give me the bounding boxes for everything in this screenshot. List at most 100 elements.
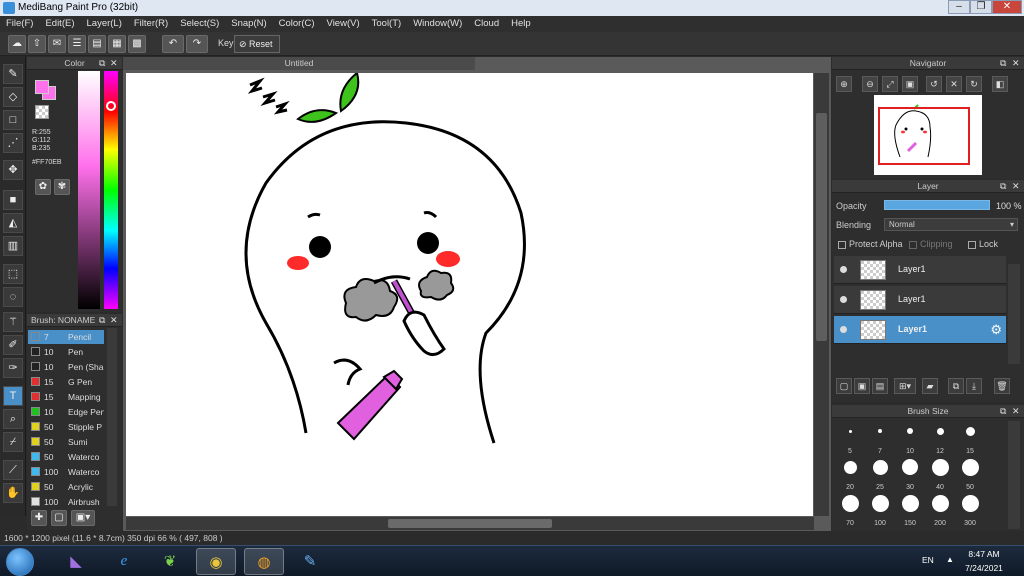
brush-size-option[interactable]: 300 (956, 493, 984, 527)
add-layer-menu-icon[interactable]: ⊞▾ (894, 378, 916, 394)
operation-tool-icon[interactable]: ⌕ (3, 409, 23, 429)
magic-wand-tool-icon[interactable]: ⚚ (3, 312, 23, 332)
viewport-rectangle[interactable] (878, 107, 970, 165)
eyedropper2-tool-icon[interactable]: ⟋ (3, 460, 23, 480)
menu-window[interactable]: Window(W) (407, 16, 468, 32)
brush-size-option[interactable]: 20 (836, 457, 864, 491)
share-icon[interactable]: ⇧ (28, 35, 46, 53)
brush-size-option[interactable]: 70 (836, 493, 864, 527)
brush-scrollbar[interactable] (107, 328, 117, 506)
close-icon[interactable]: ✕ (110, 314, 118, 327)
zoom-out-icon[interactable]: ⊖ (862, 76, 878, 92)
clipping-checkbox[interactable]: Clipping (909, 239, 953, 249)
comment-icon[interactable]: ✉ (48, 35, 66, 53)
close-icon[interactable]: ✕ (1012, 180, 1020, 193)
reset-button[interactable]: ⊘ Reset (234, 35, 280, 53)
brush-item[interactable]: 15 G Pen (28, 375, 104, 389)
eyedropper-tool-icon[interactable]: ⌿ (3, 432, 23, 452)
palette-icon[interactable]: ✿ (35, 179, 51, 195)
visibility-eye-icon[interactable] (840, 326, 847, 333)
select-tool-icon[interactable]: ⬚ (3, 264, 23, 284)
zoom-in-icon[interactable]: ⊕ (836, 76, 852, 92)
new-halftone-layer-icon[interactable]: ▣ (854, 378, 870, 394)
maximize-button[interactable]: ❐ (970, 0, 992, 14)
brush-tool-icon[interactable]: ✎ (3, 64, 23, 84)
layers-icon[interactable]: ▦ (108, 35, 126, 53)
brush-size-option[interactable]: 15 (956, 421, 984, 455)
popout-icon[interactable]: ⧉ (99, 314, 105, 327)
app-leaf-icon[interactable]: ❦ (150, 548, 190, 575)
add-brush-icon[interactable]: ✚ (31, 510, 47, 526)
clock-date[interactable]: 7/24/2021 (958, 563, 1010, 573)
foreground-color-swatch[interactable] (35, 80, 49, 94)
brush-size-option[interactable]: 30 (896, 457, 924, 491)
menu-edit[interactable]: Edit(E) (39, 16, 80, 32)
brush-size-option[interactable]: 7 (866, 421, 894, 455)
merge-layer-icon[interactable]: ⤓ (966, 378, 982, 394)
navigator-thumbnail[interactable] (874, 95, 982, 175)
brush-size-option[interactable]: 100 (866, 493, 894, 527)
vertical-scroll-thumb[interactable] (816, 113, 827, 341)
new-layer-icon[interactable]: ▢ (836, 378, 852, 394)
protect-alpha-checkbox[interactable]: Protect Alpha (838, 239, 903, 249)
start-button[interactable] (6, 548, 34, 576)
delete-layer-icon[interactable]: 🗑 (994, 378, 1010, 394)
medibang-taskbar-icon[interactable]: ◍ (244, 548, 284, 575)
brush-item[interactable]: 100 Airbrush (28, 495, 104, 509)
menu-color[interactable]: Color(C) (273, 16, 321, 32)
brush-size-option[interactable]: 10 (896, 421, 924, 455)
brush-item[interactable]: 50 Stipple P (28, 420, 104, 434)
brush-item[interactable]: 15 Mapping (28, 390, 104, 404)
close-icon[interactable]: ✕ (1012, 405, 1020, 418)
transparent-color-swatch[interactable] (35, 105, 49, 119)
document-tab[interactable]: Untitled (123, 57, 475, 70)
brush-item[interactable]: 10 Pen (28, 345, 104, 359)
brush-size-option[interactable]: 50 (956, 457, 984, 491)
layer-row[interactable]: Layer1 (834, 256, 1006, 284)
select-eraser-tool-icon[interactable]: ✑ (3, 358, 23, 378)
brush-item[interactable]: 10 Edge Pen (28, 405, 104, 419)
redo-icon[interactable]: ↷ (186, 35, 208, 53)
brush-size-scrollbar[interactable] (1008, 421, 1020, 529)
gradient-tool-icon[interactable]: ▥ (3, 236, 23, 256)
bucket-tool-icon[interactable]: ◭ (3, 213, 23, 233)
horizontal-scrollbar[interactable] (126, 517, 814, 530)
brush-item[interactable]: 10 Pen (Sha (28, 360, 104, 374)
close-icon[interactable]: ✕ (1012, 57, 1020, 70)
duplicate-layer-icon[interactable]: ⧉ (948, 378, 964, 394)
chat-icon[interactable]: ☰ (68, 35, 86, 53)
popout-icon[interactable]: ⧉ (99, 57, 105, 70)
brush-item[interactable]: 7 Pencil (28, 330, 104, 344)
rotate-left-icon[interactable]: ↺ (926, 76, 942, 92)
brush-menu-icon[interactable]: ▣▾ (71, 510, 95, 526)
eraser-tool-icon[interactable]: ◇ (3, 87, 23, 107)
layer-row[interactable]: Layer1 ⚙ (834, 316, 1006, 344)
actual-size-icon[interactable]: ▣ (902, 76, 918, 92)
select-pen-tool-icon[interactable]: ✐ (3, 335, 23, 355)
new-8bit-layer-icon[interactable]: ▤ (872, 378, 888, 394)
popout-icon[interactable]: ⧉ (1000, 405, 1006, 418)
visibility-eye-icon[interactable] (840, 266, 847, 273)
close-button[interactable]: ✕ (992, 0, 1022, 14)
menu-filter[interactable]: Filter(R) (128, 16, 174, 32)
menu-view[interactable]: View(V) (321, 16, 366, 32)
fill-rect-tool-icon[interactable]: ■ (3, 190, 23, 210)
brush-size-option[interactable]: 150 (896, 493, 924, 527)
brush-item[interactable]: 50 Acrylic (28, 480, 104, 494)
dot-tool-icon[interactable]: ⋰ (3, 133, 23, 153)
menu-help[interactable]: Help (505, 16, 537, 32)
paint-icon[interactable]: ✎ (290, 548, 330, 575)
layer-row[interactable]: Layer1 (834, 286, 1006, 314)
menu-layer[interactable]: Layer(L) (81, 16, 128, 32)
text-tool-icon[interactable]: T (3, 386, 23, 406)
menu-file[interactable]: File(F) (0, 16, 39, 32)
drawing-canvas[interactable] (126, 71, 813, 516)
blending-select[interactable]: Normal ▾ (884, 218, 1018, 231)
language-indicator[interactable]: EN (922, 555, 934, 565)
brush-item[interactable]: 50 Waterco (28, 450, 104, 464)
preview-icon[interactable]: ◧ (992, 76, 1008, 92)
palette-add-icon[interactable]: ✾ (54, 179, 70, 195)
lasso-tool-icon[interactable]: ◌ (3, 287, 23, 307)
flip-icon[interactable]: ✕ (946, 76, 962, 92)
popout-icon[interactable]: ⧉ (1000, 57, 1006, 70)
